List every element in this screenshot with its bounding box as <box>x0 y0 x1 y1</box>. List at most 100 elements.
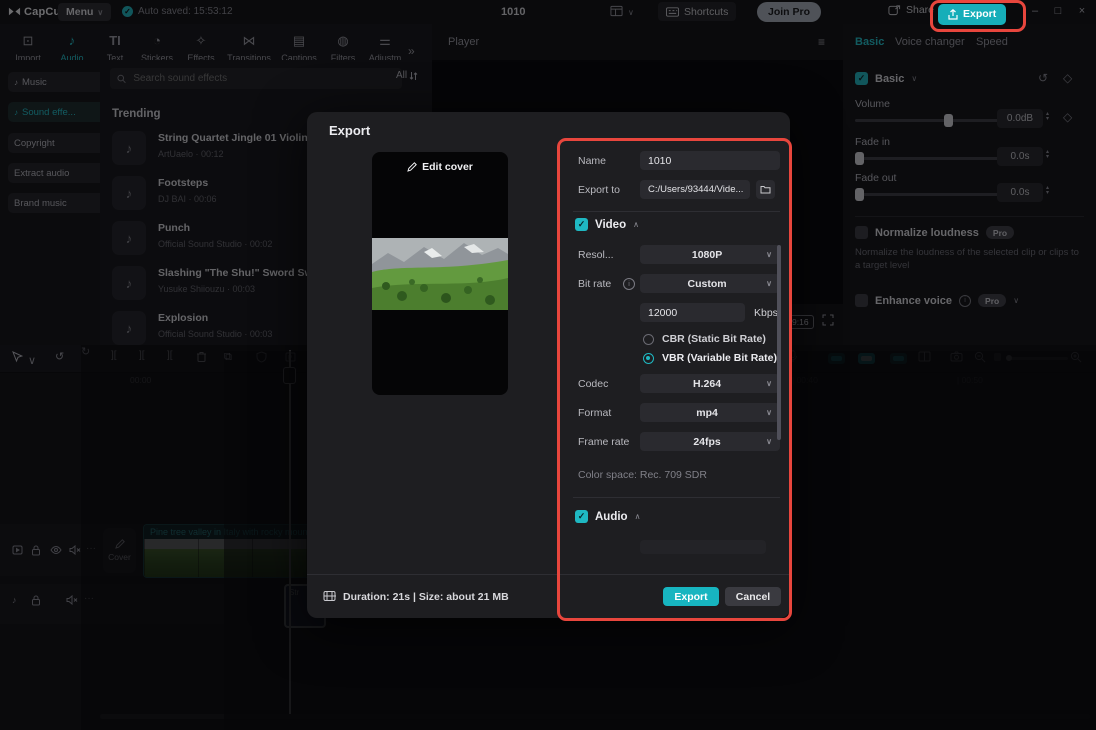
sidebar-item-copyright[interactable]: Copyright <box>8 133 105 153</box>
video-checkbox[interactable]: ✓ <box>575 218 588 231</box>
timeline-horizontal-scrollbar[interactable] <box>100 714 1090 719</box>
fade-out-slider[interactable] <box>855 193 1000 196</box>
audio-format-dropdown-partial[interactable] <box>640 540 766 554</box>
tab-audio[interactable]: ♪Audio <box>50 32 94 63</box>
tab-speed[interactable]: Speed <box>976 36 1008 48</box>
frame-rate-dropdown[interactable]: 24fps ∨ <box>640 432 780 451</box>
keyframe-diamond-icon[interactable]: ◇ <box>1063 71 1072 85</box>
bit-rate-dropdown[interactable]: Custom ∨ <box>640 274 780 293</box>
maximize-button[interactable]: □ <box>1051 5 1065 17</box>
zoom-in-icon[interactable] <box>1070 351 1082 363</box>
select-cursor-icon[interactable] <box>12 351 23 363</box>
reset-icon[interactable]: ↺ <box>1038 71 1048 85</box>
split-icon[interactable]: ][ <box>111 350 117 361</box>
export-button-top[interactable]: Export <box>938 4 1006 25</box>
fullscreen-icon[interactable] <box>822 314 834 326</box>
menu-button[interactable]: Menu∨ <box>58 3 111 21</box>
join-pro-button[interactable]: Join Pro <box>757 2 821 22</box>
timeline-zoom-thumb[interactable] <box>1006 355 1012 361</box>
fade-out-slider-thumb[interactable] <box>855 188 864 201</box>
frame-extract-icon[interactable]: P <box>285 351 298 363</box>
tab-transitions[interactable]: ⋈Transitions <box>227 32 271 63</box>
fade-in-value[interactable]: 0.0s <box>997 147 1043 166</box>
tab-stickers[interactable]: ◔Stickers <box>135 32 179 63</box>
fade-out-stepper[interactable]: ▴▾ <box>1046 186 1049 196</box>
split-right-icon[interactable]: ][ <box>167 350 173 361</box>
sidebar-item-sound-effects[interactable]: ♪Sound effe... <box>8 102 105 122</box>
dialog-cancel-button[interactable]: Cancel <box>725 587 781 606</box>
normalize-loudness-row[interactable]: Normalize loudness Pro <box>855 226 1014 239</box>
preview-axis-toggle-icon[interactable] <box>890 353 907 364</box>
close-button[interactable]: × <box>1075 5 1089 17</box>
layout-grid-icon[interactable] <box>610 5 623 17</box>
split-view-icon[interactable] <box>918 351 931 362</box>
normalize-checkbox[interactable] <box>855 226 868 239</box>
zoom-out-icon[interactable] <box>974 351 986 363</box>
collapse-caret-icon[interactable]: ∧ <box>635 512 641 521</box>
shortcuts-button[interactable]: Shortcuts <box>658 2 736 21</box>
link-toggle-icon[interactable] <box>858 353 875 364</box>
volume-slider-thumb[interactable] <box>944 114 953 127</box>
collapse-caret-icon[interactable]: ∧ <box>633 220 639 229</box>
cbr-radio[interactable] <box>643 334 654 345</box>
expand-caret-icon[interactable]: ∨ <box>1013 296 1019 305</box>
basic-section-header[interactable]: ✓ Basic ∨ <box>855 72 917 85</box>
more-tabs-chevron-icon[interactable]: » <box>408 44 415 58</box>
vbr-radio-row[interactable]: VBR (Variable Bit Rate) <box>643 352 777 364</box>
sidebar-item-brand-music[interactable]: Brand music <box>8 193 105 213</box>
share-button[interactable]: Share <box>888 4 934 16</box>
basic-checkbox[interactable]: ✓ <box>855 72 868 85</box>
search-input[interactable] <box>131 72 395 85</box>
level-toggle-icon[interactable] <box>993 352 1003 362</box>
enhance-voice-row[interactable]: Enhance voice i Pro ∨ <box>855 294 1019 307</box>
fade-in-slider-thumb[interactable] <box>855 152 864 165</box>
vbr-radio[interactable] <box>643 353 654 364</box>
tab-voice-changer[interactable]: Voice changer <box>895 36 965 48</box>
track-more-icon[interactable]: ··· <box>86 543 96 554</box>
layout-caret-icon[interactable]: ∨ <box>628 8 634 17</box>
name-input[interactable]: 1010 <box>640 151 780 170</box>
player-menu-icon[interactable]: ≡ <box>818 35 825 49</box>
playhead-handle[interactable] <box>283 367 296 384</box>
minimize-button[interactable]: – <box>1028 5 1042 17</box>
aspect-ratio-badge[interactable]: 9:16 <box>787 315 814 329</box>
audio-checkbox[interactable]: ✓ <box>575 510 588 523</box>
mask-shield-icon[interactable] <box>256 351 267 363</box>
undo-icon[interactable]: ↺ <box>55 350 64 363</box>
lock-icon[interactable] <box>31 595 41 606</box>
tab-filters[interactable]: ◍Filters <box>321 32 365 63</box>
tab-effects[interactable]: ✧Effects <box>179 32 223 63</box>
cbr-radio-row[interactable]: CBR (Static Bit Rate) <box>643 333 766 345</box>
playhead[interactable] <box>289 350 291 717</box>
codec-dropdown[interactable]: H.264 ∨ <box>640 374 780 393</box>
format-dropdown[interactable]: mp4 ∨ <box>640 403 780 422</box>
tab-captions[interactable]: ▤Captions <box>277 32 321 63</box>
resolution-dropdown[interactable]: 1080P ∨ <box>640 245 780 264</box>
dialog-scrollbar[interactable] <box>777 245 781 440</box>
fade-in-slider[interactable] <box>855 157 1000 160</box>
timeline-zoom-slider[interactable] <box>1006 357 1068 360</box>
sidebar-item-music[interactable]: ♪Music <box>8 72 105 92</box>
edit-cover-button[interactable]: Edit cover <box>372 161 508 173</box>
lock-icon[interactable] <box>31 545 41 556</box>
volume-stepper[interactable]: ▴▾ <box>1046 112 1049 122</box>
eye-icon[interactable] <box>50 545 62 555</box>
tab-text[interactable]: TIText <box>93 32 137 63</box>
tab-import[interactable]: ⊡Import <box>6 32 50 63</box>
collapse-caret-icon[interactable]: ∨ <box>911 74 917 83</box>
sort-filter[interactable]: All <box>396 70 418 81</box>
search-box[interactable] <box>110 68 402 89</box>
cursor-caret-icon[interactable]: ∨ <box>28 354 36 367</box>
tab-adjustment[interactable]: ⚌Adjustm <box>363 32 407 63</box>
video-section-header[interactable]: ✓ Video ∧ <box>575 218 639 231</box>
snap-toggle-icon[interactable] <box>828 353 845 364</box>
tab-basic[interactable]: Basic <box>855 36 884 48</box>
track-more-icon[interactable]: ··· <box>84 593 94 604</box>
bit-rate-value-input[interactable]: 12000 <box>640 303 745 322</box>
browse-folder-button[interactable] <box>756 180 775 199</box>
cover-preview[interactable]: Edit cover <box>372 152 508 395</box>
keyframe-diamond-icon[interactable]: ◇ <box>1063 110 1072 124</box>
fade-in-stepper[interactable]: ▴▾ <box>1046 150 1049 160</box>
dialog-export-button[interactable]: Export <box>663 587 719 606</box>
cover-button[interactable]: Cover <box>103 528 136 573</box>
